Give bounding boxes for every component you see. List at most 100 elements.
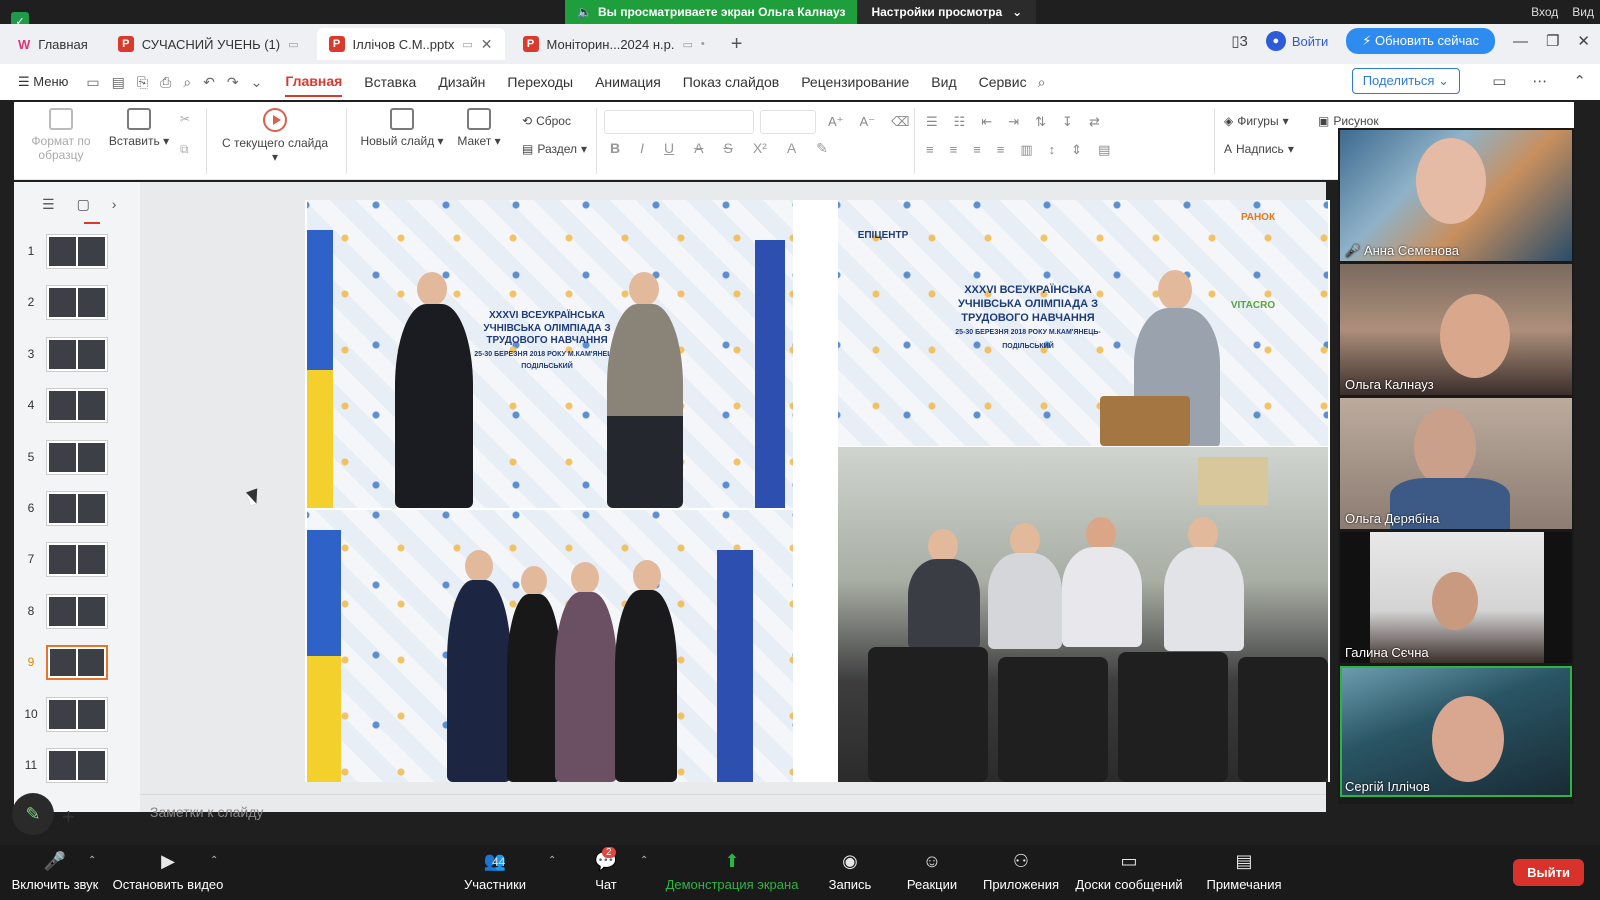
decrease-font-icon[interactable]: A⁻ <box>860 114 876 130</box>
tab-count-icon[interactable]: ▯3 <box>1231 32 1248 50</box>
tab-tools[interactable]: Сервис <box>979 68 1027 96</box>
cut-icon[interactable]: ✂ <box>180 112 190 126</box>
numbering-icon[interactable]: ☷ <box>954 114 966 130</box>
clear-format-icon[interactable]: ⌫ <box>891 114 909 130</box>
video-tile-participant-2[interactable]: Ольга Калнауз <box>1340 264 1572 395</box>
tab-document-3[interactable]: P Моніторин...2024 н.р. ▭ • <box>511 28 717 60</box>
undo-icon[interactable]: ↶ <box>203 74 215 91</box>
login-button[interactable]: ● Войти <box>1265 31 1328 51</box>
increase-font-icon[interactable]: A⁺ <box>828 114 844 130</box>
slide-canvas[interactable]: XXXVI ВСЕУКРАЇНСЬКА УЧНІВСЬКА ОЛІМПІАДА … <box>140 182 1330 820</box>
from-current-slide-button[interactable]: С текущего слайда ▾ <box>220 108 330 164</box>
slide-notes-field[interactable]: Заметки к слайду <box>150 804 263 820</box>
minimize-icon[interactable]: — <box>1513 33 1528 50</box>
paragraph-spacing-icon[interactable]: ⇕ <box>1071 142 1082 158</box>
new-tab-button[interactable]: + <box>731 33 743 56</box>
tab-animation[interactable]: Анимация <box>595 68 661 96</box>
outdent-icon[interactable]: ⇤ <box>981 114 992 130</box>
record-button[interactable]: ◉ Запись <box>822 851 878 892</box>
slide-thumbnail[interactable]: 11 <box>14 746 134 797</box>
photo-two-winners[interactable]: XXXVI ВСЕУКРАЇНСЬКА УЧНІВСЬКА ОЛІМПІАДА … <box>307 200 793 508</box>
chevron-right-icon[interactable]: › <box>112 196 117 213</box>
slide-thumbnail[interactable]: 7 <box>14 540 134 591</box>
text-direction-icon[interactable]: ⇅ <box>1035 114 1046 130</box>
pen-tool-button[interactable]: ✎ <box>12 793 54 835</box>
upgrade-button[interactable]: ⚡ Обновить сейчас <box>1346 28 1495 54</box>
print-preview-icon[interactable]: ⌕ <box>183 74 191 91</box>
add-slide-button[interactable]: + <box>62 804 75 830</box>
new-slide-button[interactable]: Новый слайд ▾ <box>360 108 444 148</box>
slide-thumbnail[interactable]: 2 <box>14 283 134 334</box>
indent-icon[interactable]: ⇥ <box>1008 114 1019 130</box>
tab-design[interactable]: Дизайн <box>438 68 485 96</box>
tab-document-2[interactable]: P Іллічов С.М..pptx ▭ ✕ <box>316 28 505 60</box>
convert-icon[interactable]: ⇄ <box>1089 114 1100 130</box>
search-icon[interactable]: ⌕ <box>1038 74 1046 91</box>
chat-button[interactable]: 💬 2 Чат <box>586 847 626 892</box>
chat-options-caret[interactable]: ⌃ <box>640 855 648 866</box>
superscript-icon[interactable]: X² <box>753 140 767 157</box>
open-folder-icon[interactable]: ▭ <box>86 74 99 91</box>
slide-thumbnail[interactable]: 6 <box>14 489 134 540</box>
slide-thumbnail[interactable]: 1 <box>14 232 134 283</box>
align-right-icon[interactable]: ≡ <box>973 142 981 158</box>
highlight-icon[interactable]: ✎ <box>816 140 828 157</box>
close-window-icon[interactable]: ✕ <box>1577 32 1590 50</box>
tab-transitions[interactable]: Переходы <box>507 68 573 96</box>
audio-options-caret[interactable]: ⌃ <box>88 855 96 866</box>
video-tile-participant-3[interactable]: Ольга Дерябіна <box>1340 398 1572 529</box>
sort-icon[interactable]: ↧ <box>1062 114 1073 130</box>
participants-options-caret[interactable]: ⌃ <box>548 855 556 866</box>
justify-icon[interactable]: ≡ <box>997 142 1005 158</box>
export-icon[interactable]: ⎘ <box>137 74 148 91</box>
tab-insert[interactable]: Вставка <box>364 68 416 96</box>
main-menu-button[interactable]: ☰ Меню <box>18 74 68 90</box>
share-button[interactable]: Поделиться ⌄ <box>1351 68 1460 94</box>
slide-thumbnail[interactable]: 8 <box>14 592 134 643</box>
shadow-icon[interactable]: S <box>723 140 732 157</box>
tab-home-ribbon[interactable]: Главная <box>285 67 343 97</box>
paste-button[interactable]: Вставить ▾ <box>106 108 172 148</box>
shapes-button[interactable]: ◈ Фигуры ▾ <box>1224 114 1289 128</box>
unmute-button[interactable]: 🎤 Включить звук <box>10 851 100 892</box>
restore-icon[interactable]: ❐ <box>1546 32 1559 50</box>
view-button[interactable]: Вид <box>1572 0 1594 24</box>
line-spacing-icon[interactable]: ↕ <box>1049 142 1056 158</box>
picture-button[interactable]: ▣ Рисунок <box>1318 114 1379 128</box>
photo-winner-with-award[interactable]: XXXVI ВСЕУКРАЇНСЬКА УЧНІВСЬКА ОЛІМПІАДА … <box>838 200 1328 446</box>
tab-review[interactable]: Рецензирование <box>801 68 909 96</box>
reactions-button[interactable]: ☺ Реакции <box>902 851 962 892</box>
stop-video-button[interactable]: ▶ Остановить видео <box>112 851 224 892</box>
comment-icon[interactable]: ▭ <box>1492 72 1506 90</box>
italic-icon[interactable]: I <box>640 140 644 157</box>
section-button[interactable]: ▤ Раздел ▾ <box>522 142 587 156</box>
share-screen-button[interactable]: ⬆ Демонстрация экрана <box>662 851 802 892</box>
enter-button[interactable]: Вход <box>1531 0 1558 24</box>
whiteboards-button[interactable]: ▭ Доски сообщений <box>1074 851 1184 892</box>
tab-view[interactable]: Вид <box>931 68 956 96</box>
bullets-icon[interactable]: ☰ <box>926 114 938 130</box>
participants-button[interactable]: 👥 44 Участники <box>460 851 530 892</box>
font-family-select[interactable] <box>604 110 754 134</box>
apps-button[interactable]: ⚇ Приложения <box>980 851 1062 892</box>
more-quick-access-icon[interactable]: ⌄ <box>251 74 263 91</box>
video-tile-participant-5[interactable]: Сергій Іллічов <box>1340 666 1572 797</box>
video-options-caret[interactable]: ⌃ <box>210 855 218 866</box>
leave-meeting-button[interactable]: Выйти <box>1513 859 1584 886</box>
align-left-icon[interactable]: ≡ <box>926 142 934 158</box>
slide-9[interactable]: XXXVI ВСЕУКРАЇНСЬКА УЧНІВСЬКА ОЛІМПІАДА … <box>305 200 1330 782</box>
strike-icon[interactable]: A <box>694 140 703 157</box>
tab-document-1[interactable]: P СУЧАСНИЙ УЧЕНЬ (1) ▭ <box>106 28 311 60</box>
notes-button[interactable]: ▤ Примечания <box>1200 851 1288 892</box>
slide-thumbnail[interactable]: 5 <box>14 438 134 489</box>
textbox-button[interactable]: A Надпись ▾ <box>1224 142 1294 156</box>
photo-group-of-four[interactable] <box>307 510 793 782</box>
format-painter-button[interactable]: Формат по образцу <box>26 108 96 162</box>
collapse-ribbon-icon[interactable]: ⌃ <box>1573 72 1586 90</box>
save-icon[interactable]: ▤ <box>112 74 125 91</box>
bold-icon[interactable]: B <box>610 140 620 157</box>
font-color-icon[interactable]: A <box>787 140 796 157</box>
align-text-icon[interactable]: ▤ <box>1098 142 1110 158</box>
redo-icon[interactable]: ↷ <box>227 74 239 91</box>
tab-home[interactable]: W Главная <box>6 28 100 60</box>
